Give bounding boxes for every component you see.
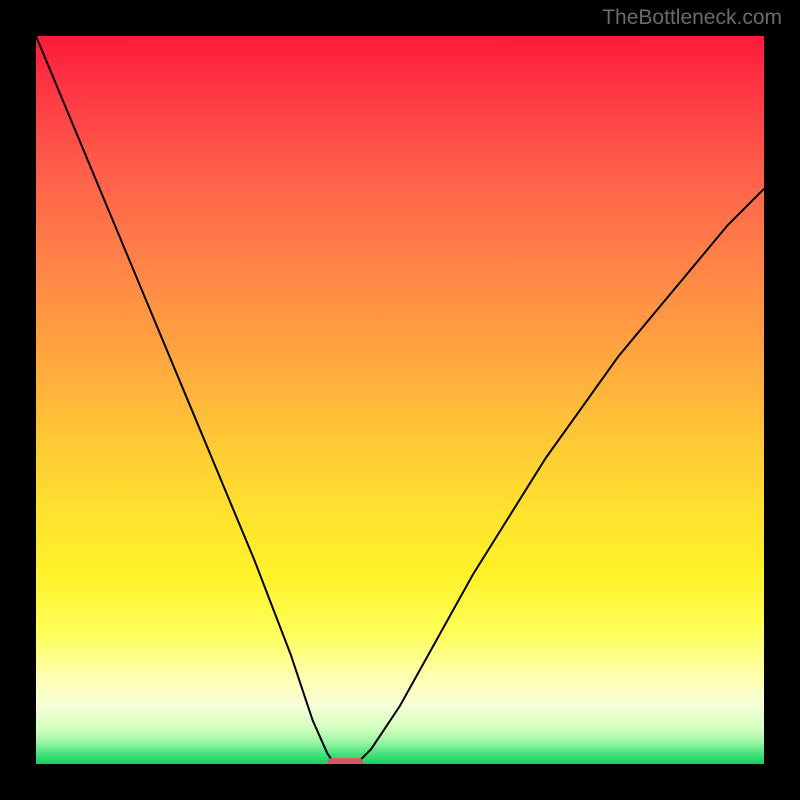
chart-svg <box>36 36 764 764</box>
curve-left-branch <box>36 36 334 764</box>
chart-plot-area <box>36 36 764 764</box>
minimum-marker <box>327 758 363 764</box>
curve-right-branch <box>356 189 764 764</box>
watermark-text: TheBottleneck.com <box>602 6 782 30</box>
